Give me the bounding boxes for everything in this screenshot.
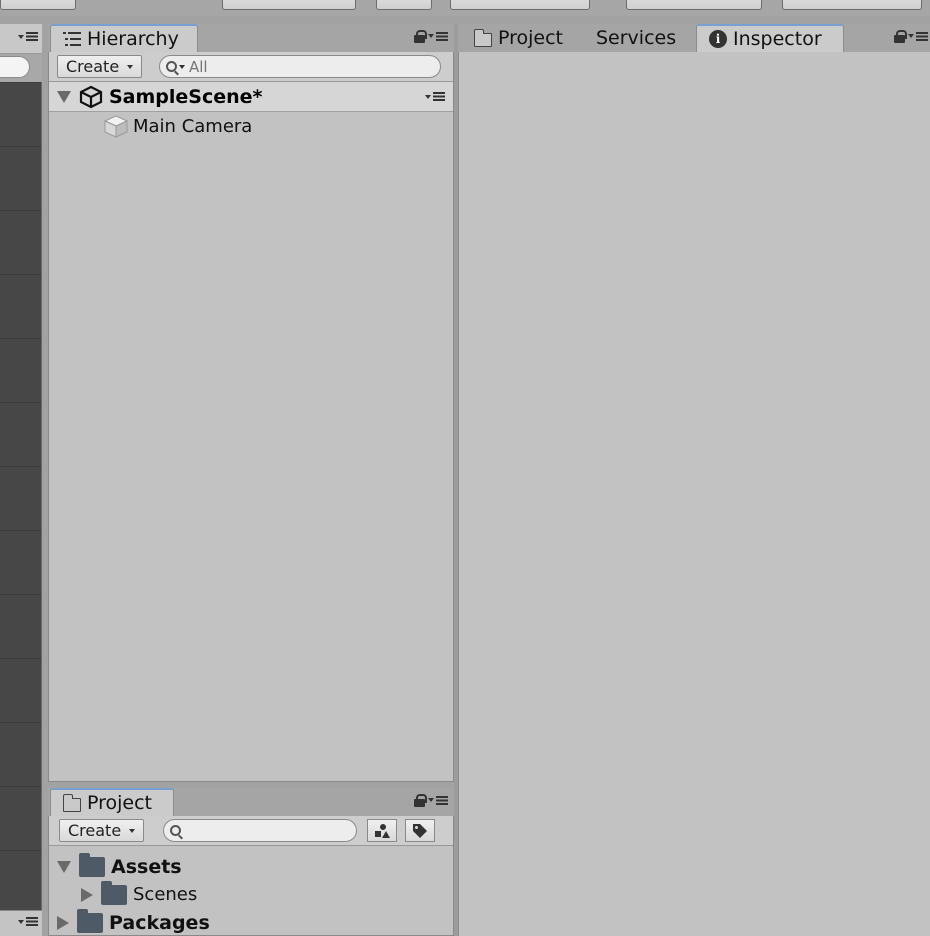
create-dropdown[interactable]: Create xyxy=(59,819,145,842)
hierarchy-search[interactable] xyxy=(159,55,441,78)
tab-project[interactable]: Project xyxy=(462,24,575,52)
collab-button[interactable] xyxy=(222,0,356,10)
right-panel: Project Services i Inspector xyxy=(458,24,930,936)
tree-label: Scenes xyxy=(133,884,198,905)
hierarchy-tabbar: Hierarchy xyxy=(48,24,454,52)
scene-search-input[interactable] xyxy=(0,56,30,78)
panel-menu-icon[interactable] xyxy=(908,31,928,41)
hierarchy-panel: Hierarchy Create Sample xyxy=(48,24,454,782)
folder-icon xyxy=(62,793,81,812)
shapes-icon xyxy=(375,823,390,838)
search-icon xyxy=(170,825,181,836)
project-toolbar: Create xyxy=(49,816,453,846)
hierarchy-body: Create SampleScene* xyxy=(48,52,454,782)
inspector-lock-menu xyxy=(894,30,928,43)
tree-label: Assets xyxy=(111,856,182,878)
layers-button[interactable] xyxy=(626,0,762,10)
chevron-down-icon xyxy=(129,828,136,833)
foldout-expanded-icon[interactable] xyxy=(57,90,71,103)
folder-icon xyxy=(77,909,103,933)
scene-view[interactable] xyxy=(0,82,42,910)
gameobject-cube-icon xyxy=(103,115,129,138)
account-button[interactable] xyxy=(450,0,590,10)
info-icon: i xyxy=(709,30,727,48)
lock-icon[interactable] xyxy=(414,794,427,807)
tab-inspector[interactable]: i Inspector xyxy=(696,24,844,52)
foldout-collapsed-icon[interactable] xyxy=(81,887,93,902)
tab-project-bottom[interactable]: Project xyxy=(50,788,174,816)
folder-icon xyxy=(473,28,492,47)
hierarchy-lock-menu xyxy=(414,30,448,43)
unity-logo-icon xyxy=(79,85,103,108)
folder-icon xyxy=(79,853,105,877)
foldout-expanded-icon[interactable] xyxy=(57,861,71,873)
cloud-button[interactable] xyxy=(376,0,432,10)
project-panel: Project Create Assets Scenes Packages xyxy=(48,788,454,936)
tag-icon xyxy=(413,823,427,838)
play-step-button[interactable] xyxy=(0,0,76,10)
tab-label: Hierarchy xyxy=(87,28,179,50)
object-label: Main Camera xyxy=(133,115,253,137)
list-item[interactable]: Main Camera xyxy=(103,114,252,138)
panel-menu-icon[interactable] xyxy=(428,31,448,41)
filter-by-label-button[interactable] xyxy=(405,819,435,842)
hierarchy-toolbar: Create xyxy=(49,52,453,82)
filter-by-type-button[interactable] xyxy=(367,819,397,842)
foldout-collapsed-icon[interactable] xyxy=(57,916,69,930)
project-tabbar: Project xyxy=(48,788,454,816)
scene-row[interactable]: SampleScene* xyxy=(49,82,453,112)
project-search[interactable] xyxy=(163,819,357,842)
folder-icon xyxy=(101,880,127,905)
inspector-body xyxy=(458,52,930,936)
scene-panel xyxy=(0,24,42,936)
create-label: Create xyxy=(66,57,120,76)
project-lock-menu xyxy=(414,794,448,807)
panel-menu-icon[interactable] xyxy=(428,795,448,805)
lock-icon[interactable] xyxy=(894,30,907,43)
project-search-input[interactable] xyxy=(185,821,335,840)
search-icon xyxy=(166,61,177,72)
hierarchy-search-input[interactable] xyxy=(189,57,389,76)
right-tabbar: Project Services i Inspector xyxy=(458,24,930,52)
tab-label: Inspector xyxy=(733,28,822,50)
tab-label: Project xyxy=(87,792,153,814)
project-body: Create Assets Scenes Packages xyxy=(48,816,454,936)
scene-name: SampleScene* xyxy=(109,85,263,108)
tab-services[interactable]: Services xyxy=(584,24,688,52)
scene-panel-footer xyxy=(0,910,42,936)
list-item[interactable]: Packages xyxy=(57,909,210,934)
layout-button[interactable] xyxy=(782,0,922,10)
panel-menu-icon[interactable] xyxy=(18,32,38,41)
hierarchy-list-icon xyxy=(63,32,81,46)
chevron-down-icon xyxy=(127,64,134,69)
scene-menu-icon[interactable] xyxy=(425,92,445,101)
search-filter-caret-icon[interactable] xyxy=(179,64,185,69)
list-item[interactable]: Assets xyxy=(57,853,182,878)
list-item[interactable]: Scenes xyxy=(81,880,198,905)
panel-menu-icon[interactable] xyxy=(18,917,38,926)
tab-label: Project xyxy=(498,27,564,49)
create-dropdown[interactable]: Create xyxy=(57,55,143,78)
tab-label: Services xyxy=(596,27,677,49)
lock-icon[interactable] xyxy=(414,30,427,43)
main-toolbar xyxy=(0,0,930,16)
scene-panel-header xyxy=(0,24,42,54)
tree-label: Packages xyxy=(109,912,210,934)
create-label: Create xyxy=(68,821,122,840)
tab-hierarchy[interactable]: Hierarchy xyxy=(50,24,198,52)
